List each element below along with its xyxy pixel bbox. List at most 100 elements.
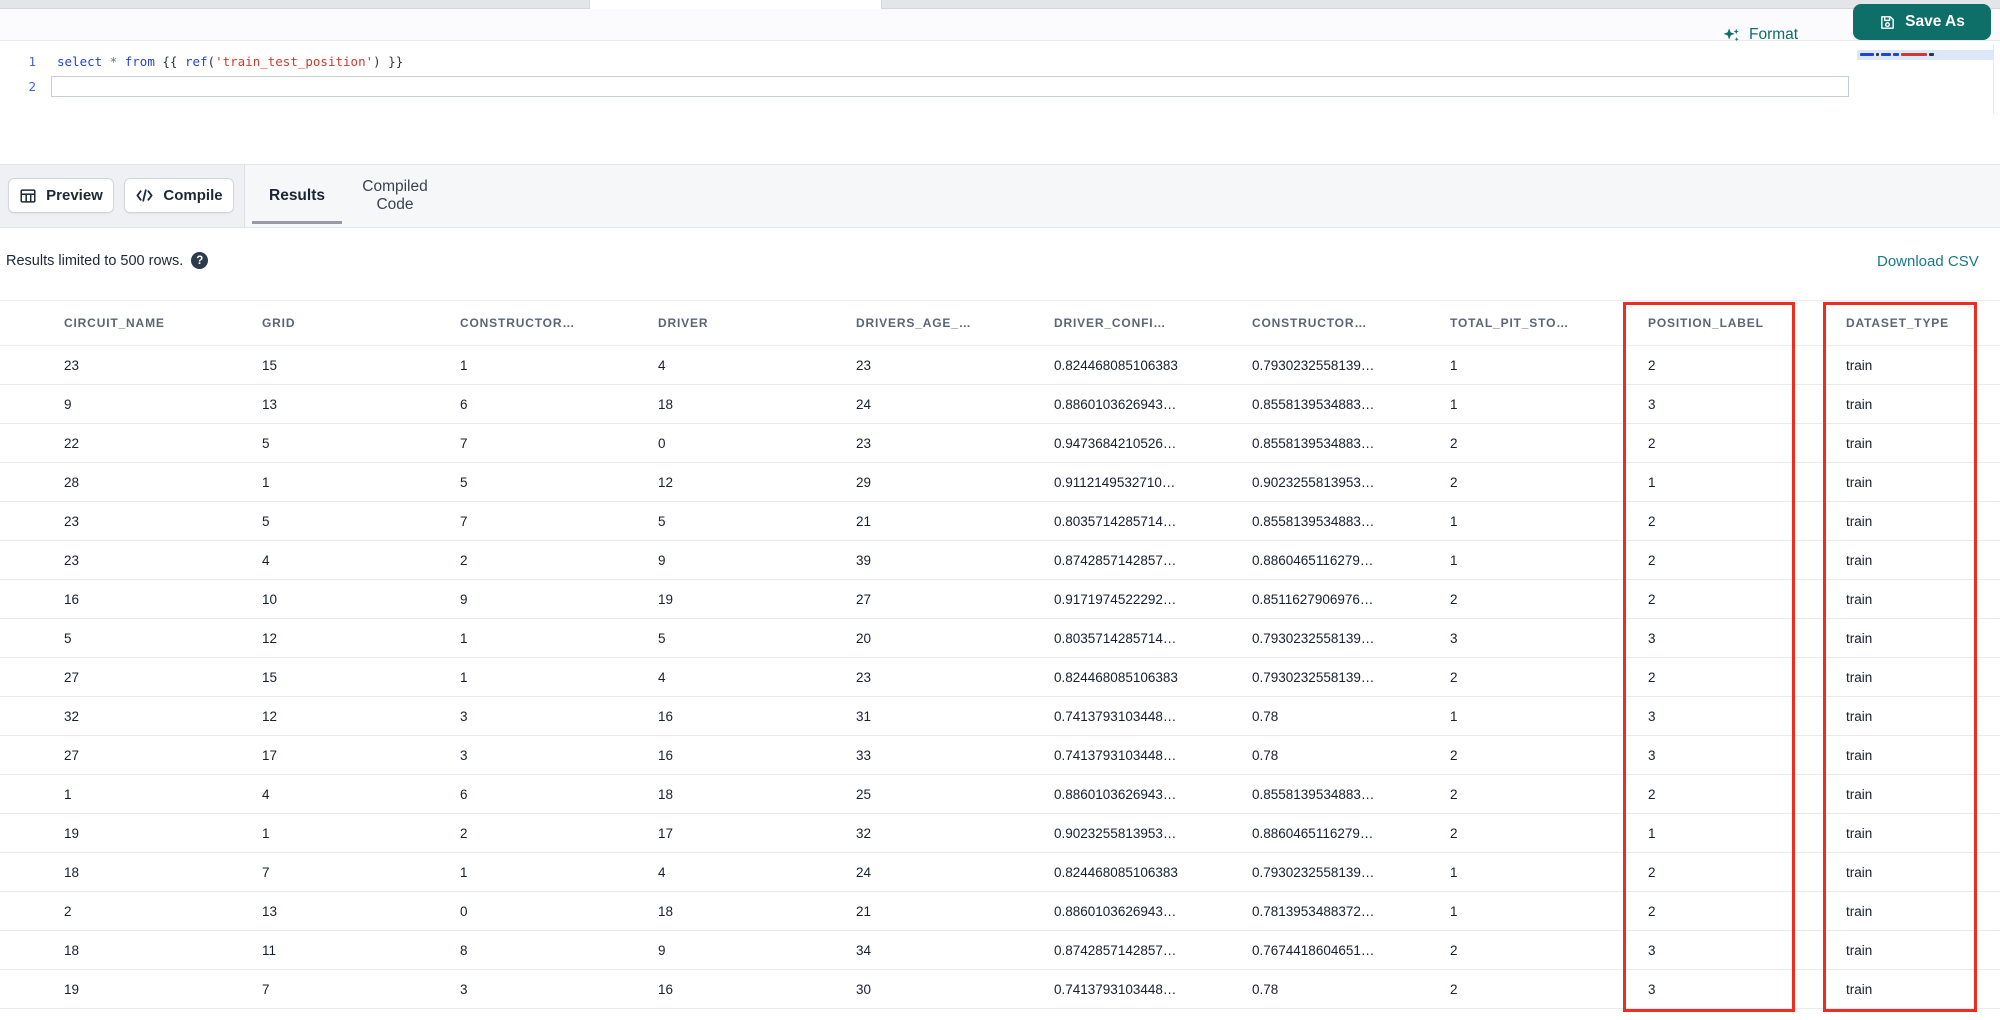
table-cell: 10 (262, 591, 278, 607)
table-cell: 2 (1648, 357, 1656, 373)
tab-results-label: Results (269, 187, 325, 204)
table-cell: 8 (460, 942, 468, 958)
column-header: CONSTRUCTOR… (460, 316, 576, 330)
table-cell: 19 (64, 825, 80, 841)
table-cell: 2 (64, 903, 72, 919)
table-cell: 3 (1648, 396, 1656, 412)
table-cell: 3 (1648, 942, 1656, 958)
table-cell: 31 (856, 708, 872, 724)
line-number: 1 (28, 54, 36, 69)
table-cell: 19 (658, 591, 674, 607)
table-row: 22 5 7 0 23 0.9473684210526… 0.8558139534883… 2… (0, 424, 2000, 463)
table-cell: train (1846, 981, 1873, 997)
table-cell: 2 (1450, 981, 1458, 997)
table-cell: 5 (64, 630, 72, 646)
code-token: select (57, 54, 103, 69)
table-cell: 3 (1450, 630, 1458, 646)
code-icon (135, 186, 154, 205)
compile-button[interactable]: Compile (124, 178, 234, 213)
code-token: from (124, 54, 155, 69)
table-cell: 18 (658, 903, 674, 919)
preview-button[interactable]: Preview (8, 178, 114, 213)
table-cell: train (1846, 474, 1873, 490)
table-cell: train (1846, 630, 1873, 646)
table-cell: 13 (262, 903, 278, 919)
table-cell: 0.7930232558139… (1252, 669, 1375, 685)
table-cell: 1 (460, 630, 468, 646)
tab-results[interactable]: Results (252, 165, 342, 227)
table-cell: 30 (856, 981, 872, 997)
table-cell: 18 (64, 942, 80, 958)
table-cell: 0.9112149532710… (1054, 474, 1176, 490)
table-cell: 6 (460, 396, 468, 412)
code-token: ) (373, 54, 381, 69)
table-cell: 3 (460, 981, 468, 997)
table-cell: 0.8742857142857… (1054, 552, 1177, 568)
table-cell: 27 (64, 669, 80, 685)
table-row: 23 5 7 5 21 0.8035714285714… 0.8558139534883… 1… (0, 502, 2000, 541)
tab-compiled-code-label: Compiled Code (362, 178, 428, 213)
table-cell: 0.8742857142857… (1054, 942, 1177, 958)
table-cell: 0.824468085106383 (1054, 357, 1178, 373)
column-header: DRIVERS_AGE_… (856, 316, 972, 330)
table-cell: 28 (64, 474, 80, 490)
table-cell: 16 (64, 591, 80, 607)
table-cell: 4 (658, 864, 666, 880)
table-row: 18 11 8 9 34 0.8742857142857… 0.7674418604651…… (0, 931, 2000, 970)
table-cell: 0.7413793103448… (1054, 981, 1177, 997)
table-cell: 0.7674418604651… (1252, 942, 1375, 958)
table-cell: 12 (262, 630, 278, 646)
table-cell: 25 (856, 786, 872, 802)
table-cell: 3 (1648, 747, 1656, 763)
table-row: 16 10 9 19 27 0.9171974522292… 0.8511627906976… (0, 580, 2000, 619)
table-cell: 5 (658, 513, 666, 529)
table-cell: 1 (460, 357, 468, 373)
table-cell: 5 (262, 435, 270, 451)
table-cell: 0 (658, 435, 666, 451)
save-as-button[interactable]: Save As (1853, 4, 1991, 40)
table-cell: 23 (64, 513, 80, 529)
table-cell: 13 (262, 396, 278, 412)
table-cell: 29 (856, 474, 872, 490)
table-cell: 2 (1450, 942, 1458, 958)
table-cell: 12 (262, 708, 278, 724)
tab-compiled-code[interactable]: Compiled Code (340, 165, 450, 227)
code-token: 'train_test_position' (215, 54, 374, 69)
table-cell: train (1846, 591, 1873, 607)
table-cell: 2 (1648, 786, 1656, 802)
table-cell: 18 (64, 864, 80, 880)
table-cell: 5 (460, 474, 468, 490)
table-cell: 7 (460, 513, 468, 529)
table-cell: 1 (1648, 825, 1656, 841)
column-header: POSITION_LABEL (1648, 316, 1764, 330)
help-icon[interactable]: ? (191, 252, 209, 269)
table-cell: 2 (1450, 591, 1458, 607)
current-line-box[interactable] (51, 76, 1849, 97)
table-cell: 23 (856, 357, 872, 373)
table-row: 23 15 1 4 23 0.824468085106383 0.7930232558139… (0, 346, 2000, 385)
table-cell: 0.824468085106383 (1054, 864, 1178, 880)
table-cell: 2 (1648, 669, 1656, 685)
table-cell: 24 (856, 864, 872, 880)
code-line-1[interactable]: select * from {{ ref('train_test_positio… (57, 52, 403, 72)
download-csv-link[interactable]: Download CSV (1877, 253, 1979, 270)
table-cell: 1 (1450, 552, 1458, 568)
preview-label: Preview (46, 187, 103, 204)
table-cell: 0.9023255813953… (1252, 474, 1375, 490)
code-editor[interactable]: 1 2 select * from {{ ref('train_test_pos… (0, 41, 2000, 164)
file-tab-strip[interactable] (0, 0, 2000, 9)
table-cell: 22 (64, 435, 80, 451)
active-file-tab[interactable] (589, 0, 882, 9)
table-cell: train (1846, 864, 1873, 880)
results-limit-text: Results limited to 500 rows. (6, 252, 184, 269)
minimap[interactable] (1857, 44, 1994, 114)
table-body: 23 15 1 4 23 0.824468085106383 0.7930232558139… (0, 346, 2000, 1009)
table-cell: 0.7930232558139… (1252, 864, 1375, 880)
table-cell: 3 (1648, 981, 1656, 997)
table-cell: 0.7930232558139… (1252, 357, 1375, 373)
table-cell: 0.9171974522292… (1054, 591, 1177, 607)
table-cell: 0.78 (1252, 708, 1279, 724)
table-row: 27 15 1 4 23 0.824468085106383 0.7930232558139… (0, 658, 2000, 697)
table-row: 19 7 3 16 30 0.7413793103448… 0.78 2 3 train (0, 970, 2000, 1009)
table-cell: 27 (64, 747, 80, 763)
